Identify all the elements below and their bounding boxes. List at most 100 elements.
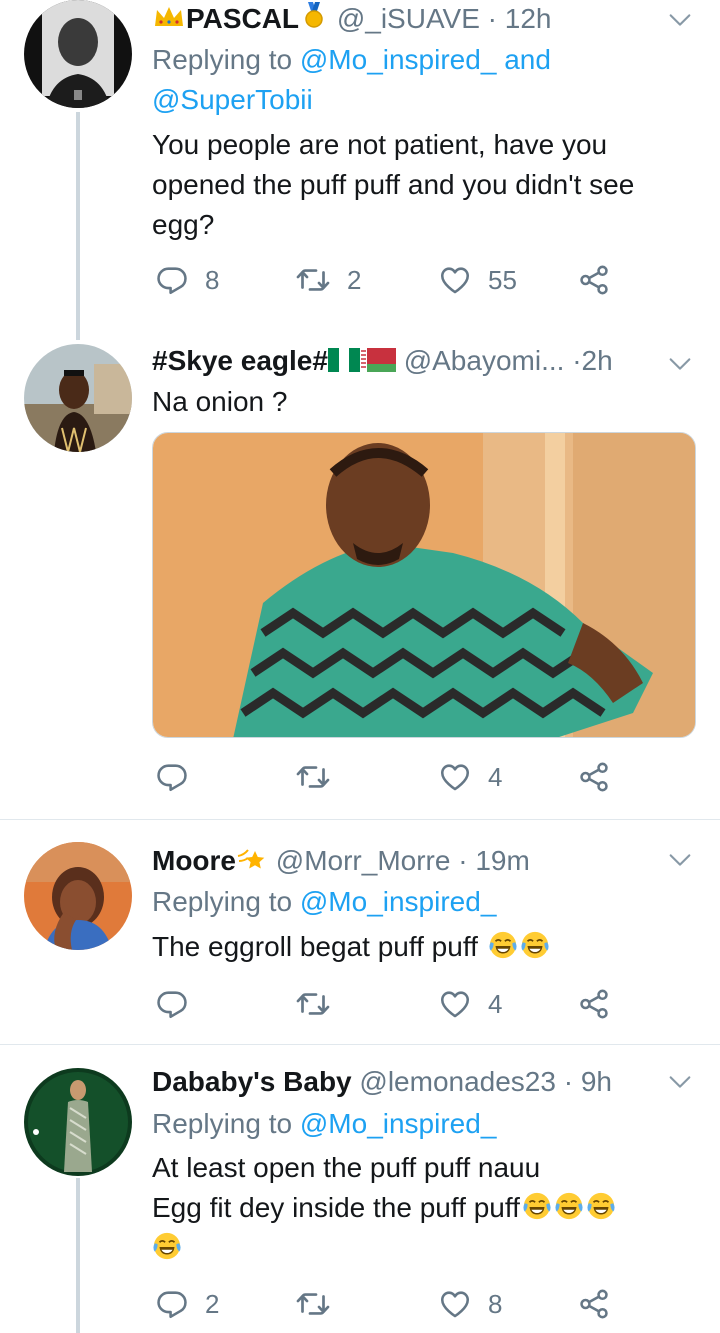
reply-icon — [155, 760, 189, 794]
chevron-down-icon[interactable] — [666, 6, 694, 34]
divider — [0, 819, 720, 820]
tweet-1[interactable]: PASCAL @_iSUAVE · 12h Replying to @Mo_in… — [0, 0, 720, 340]
retweet-icon — [295, 986, 331, 1022]
replying-prefix: Replying to — [152, 886, 293, 917]
tweet-2[interactable]: #Skye eagle# @Abayomi... ·2h Na onion ? … — [0, 340, 720, 818]
reply-count: 2 — [205, 1288, 220, 1319]
share-button[interactable] — [577, 1284, 611, 1324]
tweet-actions: 8 2 55 — [155, 260, 625, 300]
tweet-text: The eggroll begat puff puff — [152, 927, 680, 967]
crown-icon — [155, 7, 183, 26]
share-icon — [577, 987, 611, 1021]
reply-button[interactable] — [155, 757, 205, 797]
reply-button[interactable] — [155, 984, 205, 1024]
tweet-actions: 4 — [155, 984, 625, 1024]
chevron-down-icon[interactable] — [666, 846, 694, 874]
text-line: opened the puff puff and you didn't see — [152, 169, 635, 200]
text-line: egg? — [152, 209, 215, 240]
like-icon — [438, 263, 472, 297]
display-name[interactable]: #Skye eagle# — [152, 345, 328, 376]
chevron-down-icon[interactable] — [666, 1068, 694, 1096]
tweet-media-image[interactable] — [152, 432, 696, 738]
like-count: 4 — [488, 988, 503, 1019]
share-button[interactable] — [577, 260, 611, 300]
separator: · — [458, 845, 468, 876]
nigeria-flag-icon — [327, 348, 360, 372]
retweet-button[interactable]: 2 — [295, 260, 361, 300]
mention-link[interactable]: @Mo_inspired_ — [300, 1108, 497, 1139]
like-icon — [438, 987, 472, 1021]
avatar[interactable] — [24, 1068, 132, 1176]
like-icon — [438, 1287, 472, 1321]
reply-button[interactable]: 2 — [155, 1284, 219, 1324]
like-button[interactable]: 8 — [438, 1284, 502, 1324]
tweet-3[interactable]: Moore @Morr_Morre · 19m Replying to @Mo_… — [0, 842, 720, 1042]
tears-of-joy-emoji — [520, 930, 550, 960]
like-button[interactable]: 55 — [438, 260, 517, 300]
handle[interactable]: @lemonades23 — [359, 1066, 556, 1097]
handle[interactable]: @Morr_Morre — [276, 845, 451, 876]
tears-of-joy-emoji — [152, 1231, 182, 1261]
mention-link[interactable]: @Mo_inspired_ — [300, 44, 497, 75]
retweet-icon — [295, 1286, 331, 1322]
like-button[interactable]: 4 — [438, 757, 502, 797]
tears-of-joy-emoji — [554, 1191, 584, 1221]
replying-and[interactable]: and — [504, 44, 551, 75]
tweet-header: #Skye eagle# @Abayomi... ·2h — [152, 343, 660, 379]
timestamp[interactable]: 9h — [581, 1066, 612, 1097]
sparkle-star-icon — [237, 849, 265, 869]
text-line: You people are not patient, have you — [152, 129, 608, 160]
reply-icon — [155, 263, 189, 297]
text-line: The eggroll begat puff puff — [152, 931, 478, 962]
replying-prefix: Replying to — [152, 44, 293, 75]
text-line: Egg fit dey inside the puff puff — [152, 1192, 520, 1223]
mention-link[interactable]: @Mo_inspired_ — [300, 886, 497, 917]
text-line: Na onion ? — [152, 386, 288, 417]
display-name[interactable]: Dababy's Baby — [152, 1066, 352, 1097]
avatar[interactable] — [24, 0, 132, 108]
tweet-header: Dababy's Baby @lemonades23 · 9h — [152, 1064, 660, 1100]
separator: · — [563, 1066, 574, 1097]
like-button[interactable]: 4 — [438, 984, 502, 1024]
replying-to: Replying to @Mo_inspired_ — [152, 1104, 496, 1144]
retweet-button[interactable] — [295, 984, 347, 1024]
share-button[interactable] — [577, 757, 611, 797]
tweet-header: Moore @Morr_Morre · 19m — [152, 842, 660, 879]
retweet-button[interactable] — [295, 757, 347, 797]
retweet-count: 2 — [347, 264, 362, 295]
chevron-down-icon[interactable] — [666, 350, 694, 378]
timestamp[interactable]: 2h — [582, 345, 613, 376]
mention-link[interactable]: @SuperTobii — [152, 84, 313, 115]
avatar[interactable] — [24, 344, 132, 452]
tears-of-joy-emoji — [522, 1191, 552, 1221]
tweet-text: At least open the puff puff nauu Egg fit… — [152, 1148, 680, 1268]
retweet-button[interactable] — [295, 1284, 347, 1324]
tears-of-joy-emoji — [586, 1191, 616, 1221]
share-button[interactable] — [577, 984, 611, 1024]
display-name[interactable]: Moore — [152, 845, 236, 876]
separator: · — [572, 345, 582, 376]
tweet-header: PASCAL @_iSUAVE · 12h — [152, 0, 660, 37]
replying-to: Replying to @Mo_inspired_ and — [152, 40, 551, 80]
timestamp[interactable]: 19m — [475, 845, 529, 876]
belarus-flag-icon — [359, 348, 396, 372]
timestamp[interactable]: 12h — [505, 3, 552, 34]
separator: · — [487, 3, 497, 34]
reply-button[interactable]: 8 — [155, 260, 219, 300]
like-count: 8 — [488, 1288, 503, 1319]
replying-prefix: Replying to — [152, 1108, 293, 1139]
reply-icon — [155, 987, 189, 1021]
share-icon — [577, 1287, 611, 1321]
medal-icon — [305, 2, 323, 28]
retweet-icon — [295, 759, 331, 795]
tweet-actions: 4 — [155, 757, 625, 797]
thread-line — [76, 112, 80, 340]
reply-count: 8 — [205, 264, 220, 295]
avatar[interactable] — [24, 842, 132, 950]
tweet-text: Na onion ? — [152, 382, 680, 422]
handle[interactable]: @Abayomi... — [404, 345, 565, 376]
reply-icon — [155, 1287, 189, 1321]
handle[interactable]: @_iSUAVE — [337, 3, 480, 34]
tweet-4[interactable]: Dababy's Baby @lemonades23 · 9h Replying… — [0, 1064, 720, 1333]
display-name[interactable]: PASCAL — [186, 3, 299, 34]
